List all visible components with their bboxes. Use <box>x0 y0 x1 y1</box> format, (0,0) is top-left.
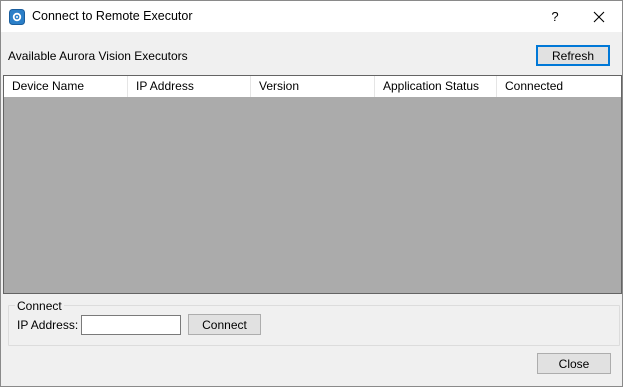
ip-address-label: IP Address: <box>17 318 79 332</box>
column-header-device-name[interactable]: Device Name <box>4 76 128 97</box>
column-header-application-status[interactable]: Application Status <box>375 76 497 97</box>
window-close-button[interactable] <box>575 1 622 32</box>
aurora-vision-app-icon <box>9 9 25 25</box>
connect-button[interactable]: Connect <box>188 314 261 335</box>
available-executors-label: Available Aurora Vision Executors <box>8 49 188 63</box>
column-header-connected[interactable]: Connected <box>497 76 621 97</box>
connect-group-title: Connect <box>15 299 64 313</box>
list-header: Device Name IP Address Version Applicati… <box>4 76 621 97</box>
dialog-window: Connect to Remote Executor ? Available A… <box>0 0 623 387</box>
close-button[interactable]: Close <box>537 353 611 374</box>
executors-list[interactable]: Device Name IP Address Version Applicati… <box>3 75 622 294</box>
close-icon <box>593 11 605 23</box>
column-header-ip-address[interactable]: IP Address <box>128 76 251 97</box>
help-button[interactable]: ? <box>535 1 575 32</box>
window-title: Connect to Remote Executor <box>32 9 193 23</box>
title-bar: Connect to Remote Executor ? <box>1 1 622 32</box>
ip-address-input[interactable] <box>81 315 181 335</box>
column-header-version[interactable]: Version <box>251 76 375 97</box>
refresh-button[interactable]: Refresh <box>536 45 610 66</box>
